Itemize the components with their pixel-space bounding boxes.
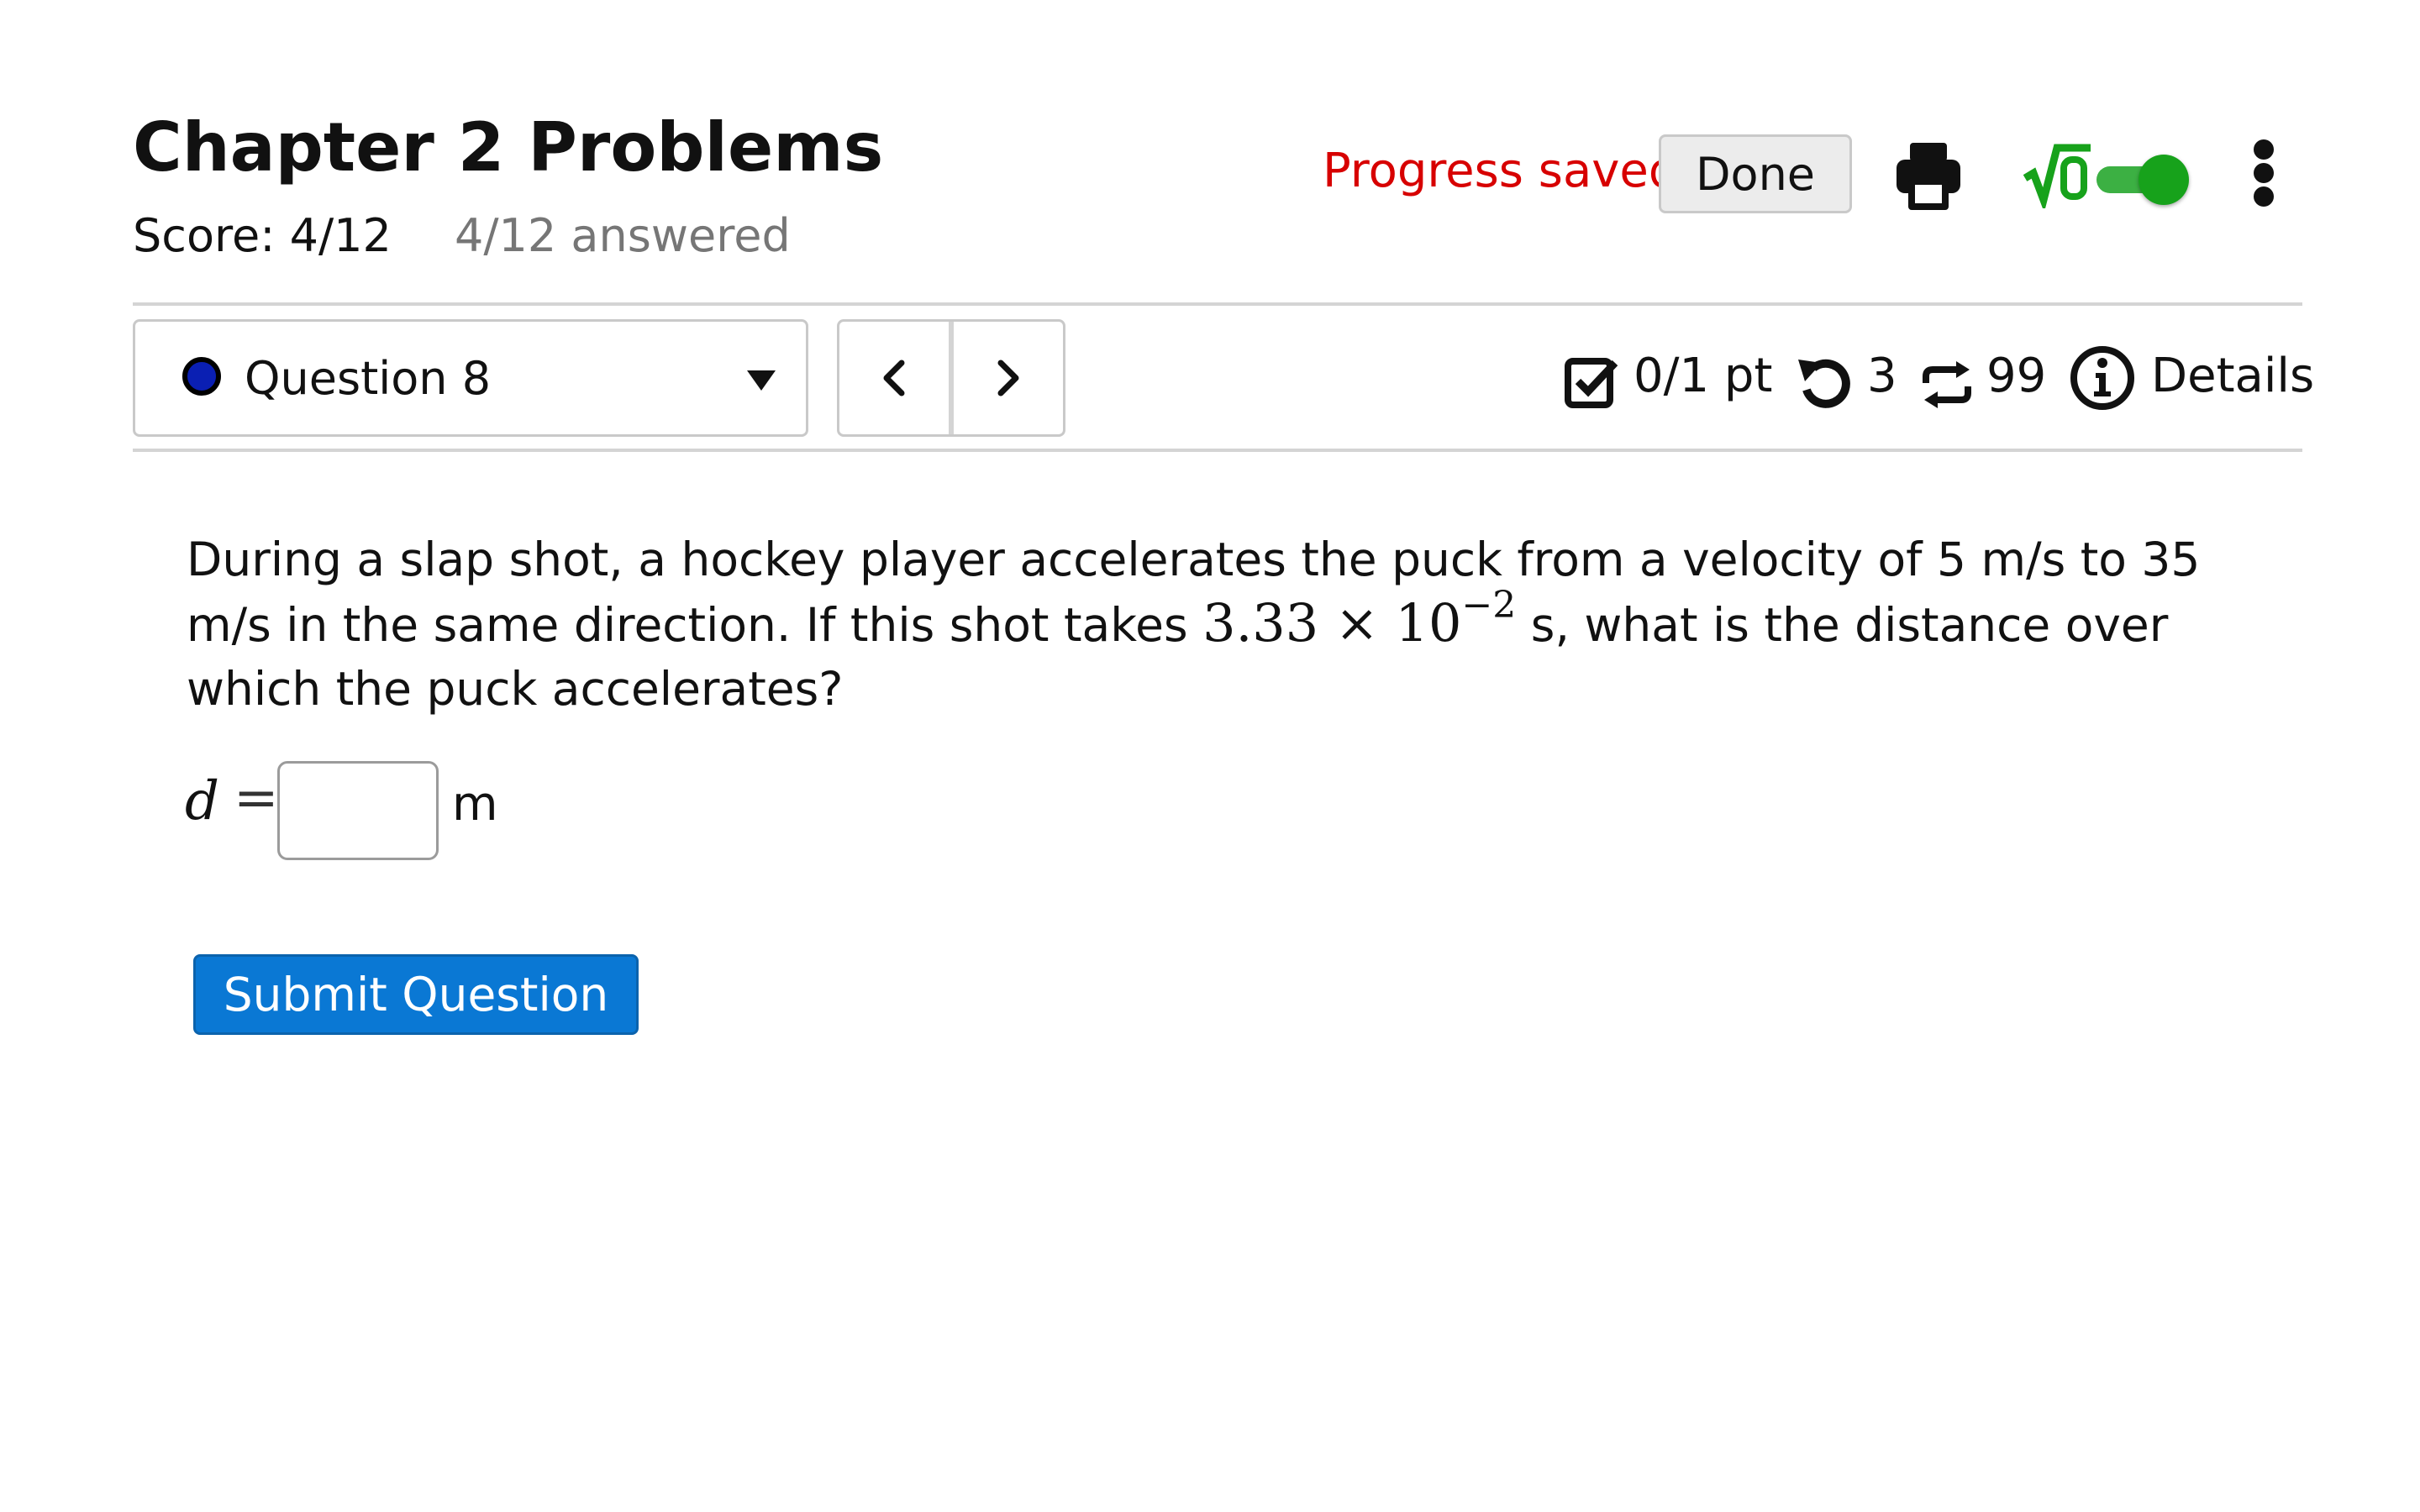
versions-remaining: 99 <box>1986 349 2047 403</box>
math-entry-icon <box>2023 141 2092 213</box>
points-label: 0/1 pt <box>1634 349 1773 403</box>
answer-variable: d <box>185 770 219 832</box>
question-status-dot <box>182 357 221 396</box>
math-toggle-switch[interactable] <box>2096 155 2191 205</box>
progress-status: Progress saved <box>1323 144 1679 198</box>
next-question-button[interactable] <box>954 322 1063 434</box>
print-icon[interactable] <box>1895 141 1962 215</box>
done-button[interactable]: Done <box>1659 134 1852 213</box>
info-icon[interactable] <box>2069 344 2136 415</box>
checkbox-icon <box>1565 356 1618 413</box>
time-value-math: 3.33 × 10−2 <box>1202 587 1516 654</box>
more-options-icon[interactable] <box>2252 139 2277 207</box>
answer-input[interactable] <box>277 761 439 860</box>
chevron-left-icon <box>883 360 905 396</box>
previous-question-button[interactable] <box>839 322 954 434</box>
time-exponent: −2 <box>1461 584 1517 627</box>
question-select-label: Question 8 <box>245 352 492 405</box>
page-title: Chapter 2 Problems <box>133 108 884 186</box>
question-select[interactable]: Question 8 <box>133 319 808 437</box>
score-label: Score: 4/12 <box>133 209 392 262</box>
details-link[interactable]: Details <box>2151 353 2314 400</box>
caret-down-icon <box>745 369 777 396</box>
toggle-knob <box>2139 155 2189 205</box>
time-coefficient: 3.33 × 10 <box>1202 592 1462 654</box>
chevron-right-icon <box>997 360 1019 396</box>
header-divider <box>133 302 2302 306</box>
answered-count: 4/12 answered <box>455 209 791 262</box>
attempts-icon <box>1797 356 1850 413</box>
question-nav-buttons <box>837 319 1065 437</box>
question-text: During a slap shot, a hockey player acce… <box>187 528 2254 721</box>
meta-divider <box>133 449 2302 452</box>
answer-equals: = <box>234 767 279 829</box>
attempts-remaining: 3 <box>1867 349 1897 403</box>
answer-unit: m <box>452 777 498 832</box>
submit-question-button[interactable]: Submit Question <box>193 954 639 1035</box>
versions-icon <box>1921 360 1973 413</box>
